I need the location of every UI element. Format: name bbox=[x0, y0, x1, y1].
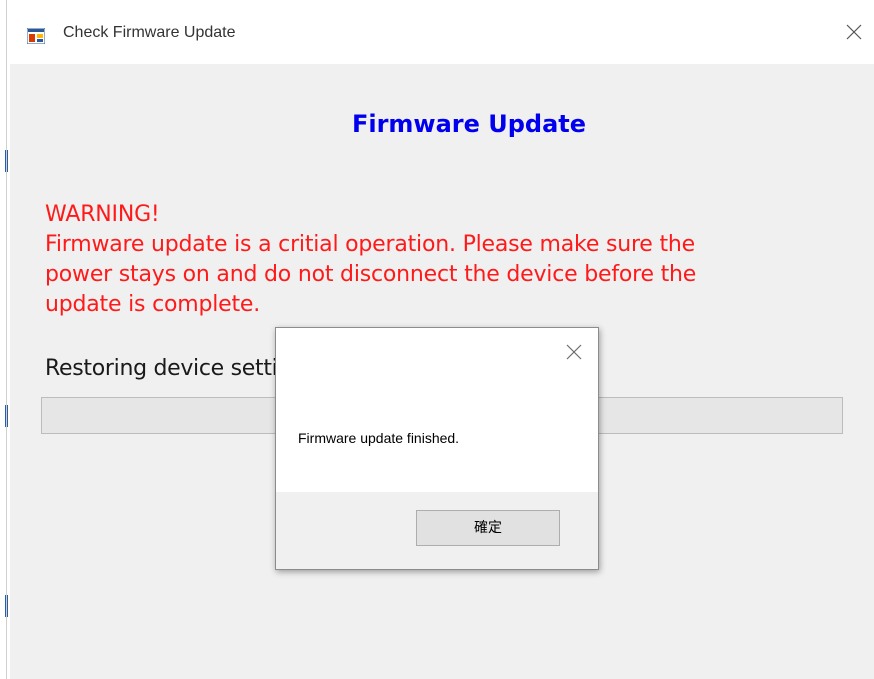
dialog-message: Firmware update finished. bbox=[298, 430, 460, 446]
app-window-icon bbox=[26, 27, 46, 45]
ok-button[interactable]: 確定 bbox=[416, 510, 560, 546]
warning-line: update is complete. bbox=[45, 292, 261, 317]
left-window-edge bbox=[0, 0, 10, 679]
edge-marker bbox=[5, 405, 8, 427]
message-dialog: Firmware update finished. 確定 bbox=[275, 327, 599, 570]
warning-line: power stays on and do not disconnect the… bbox=[45, 262, 697, 287]
page-title: Firmware Update bbox=[351, 110, 587, 138]
edge-marker bbox=[5, 150, 8, 172]
warning-message: WARNING! Firmware update is a critial op… bbox=[45, 200, 855, 320]
firmware-update-window: Check Firmware Update Firmware Update WA… bbox=[0, 0, 874, 679]
dialog-footer: 確定 bbox=[276, 492, 598, 569]
warning-line: Firmware update is a critial operation. … bbox=[45, 232, 695, 257]
warning-line: WARNING! bbox=[45, 202, 160, 227]
close-icon[interactable] bbox=[838, 16, 870, 48]
window-title: Check Firmware Update bbox=[63, 24, 236, 41]
edge-marker bbox=[5, 595, 8, 617]
close-icon[interactable] bbox=[562, 340, 586, 364]
title-bar[interactable]: Check Firmware Update bbox=[10, 0, 874, 64]
